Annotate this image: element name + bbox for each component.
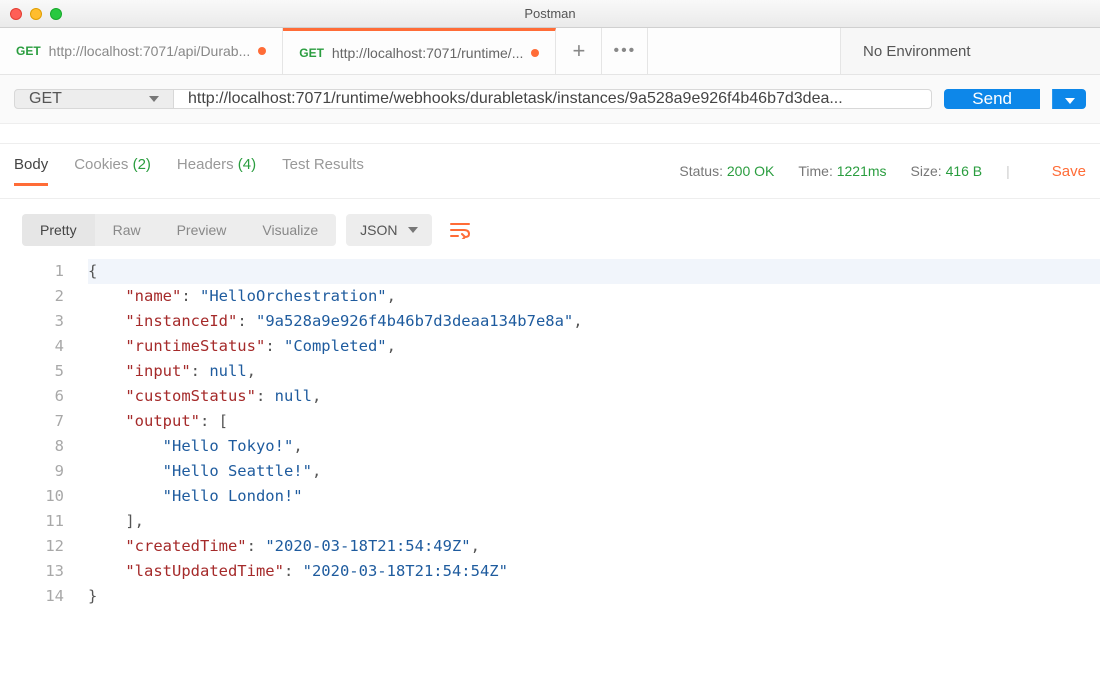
tab-method: GET <box>299 46 324 60</box>
time-label: Time: 1221ms <box>798 163 886 179</box>
unsaved-dot-icon <box>258 47 266 55</box>
response-body[interactable]: 1234567891011121314 { "name": "HelloOrch… <box>0 257 1100 619</box>
new-tab-button[interactable]: + <box>556 28 602 74</box>
environment-selector[interactable]: No Environment <box>840 28 1100 74</box>
view-visualize[interactable]: Visualize <box>244 214 336 246</box>
format-label: JSON <box>360 222 397 238</box>
environment-label: No Environment <box>863 43 971 60</box>
request-row: GET http://localhost:7071/runtime/webhoo… <box>0 75 1100 124</box>
response-stats: Status: 200 OK Time: 1221ms Size: 416 B … <box>679 163 1086 180</box>
url-value: http://localhost:7071/runtime/webhooks/d… <box>188 90 843 108</box>
tab-label: http://localhost:7071/runtime/... <box>332 45 523 61</box>
window-titlebar: Postman <box>0 0 1100 28</box>
unsaved-dot-icon <box>531 49 539 57</box>
request-tabbar: GET http://localhost:7071/api/Durab... G… <box>0 28 1100 75</box>
response-toolbar: Body Cookies (2) Headers (4) Test Result… <box>0 144 1100 199</box>
tab-cookies[interactable]: Cookies (2) <box>74 156 151 186</box>
body-view-tabs: Pretty Raw Preview Visualize <box>22 214 336 246</box>
save-response-button[interactable]: Save <box>1052 163 1086 180</box>
chevron-down-icon <box>149 96 159 102</box>
view-toolbar: Pretty Raw Preview Visualize JSON <box>0 199 1100 257</box>
tab-body[interactable]: Body <box>14 156 48 186</box>
tab-test-results[interactable]: Test Results <box>282 156 364 186</box>
response-tabs: Body Cookies (2) Headers (4) Test Result… <box>14 156 364 186</box>
url-input[interactable]: http://localhost:7071/runtime/webhooks/d… <box>174 89 932 109</box>
view-raw[interactable]: Raw <box>95 214 159 246</box>
send-options-button[interactable] <box>1052 89 1086 109</box>
send-button[interactable]: Send <box>944 89 1040 109</box>
window-title: Postman <box>0 6 1100 21</box>
tab-method: GET <box>16 44 41 58</box>
format-select[interactable]: JSON <box>346 214 431 246</box>
tab-headers[interactable]: Headers (4) <box>177 156 256 186</box>
view-preview[interactable]: Preview <box>159 214 245 246</box>
http-method-label: GET <box>29 90 62 108</box>
tab-request-1[interactable]: GET http://localhost:7071/runtime/... <box>283 28 556 74</box>
view-pretty[interactable]: Pretty <box>22 214 95 246</box>
tab-request-0[interactable]: GET http://localhost:7071/api/Durab... <box>0 28 283 74</box>
wrap-lines-button[interactable] <box>442 213 478 247</box>
chevron-down-icon <box>1065 98 1075 104</box>
status-label: Status: 200 OK <box>679 163 774 179</box>
http-method-select[interactable]: GET <box>14 89 174 109</box>
line-gutter: 1234567891011121314 <box>0 259 88 609</box>
code-source: { "name": "HelloOrchestration", "instanc… <box>88 259 1100 609</box>
chevron-down-icon <box>408 227 418 233</box>
wrap-icon <box>450 221 470 239</box>
tab-label: http://localhost:7071/api/Durab... <box>49 43 251 59</box>
size-label: Size: 416 B <box>911 163 983 179</box>
tab-options-button[interactable]: ••• <box>602 28 648 74</box>
spacer <box>0 124 1100 144</box>
